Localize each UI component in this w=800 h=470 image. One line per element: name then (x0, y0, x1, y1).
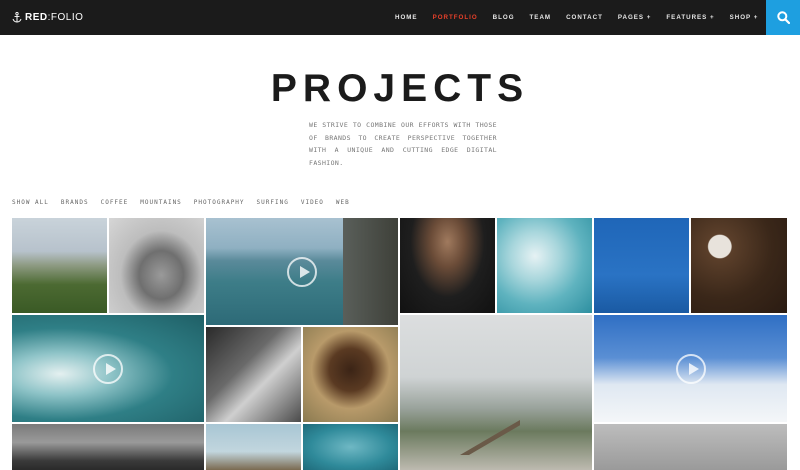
project-big-wave-video[interactable] (12, 315, 204, 422)
nav-shop-dropdown[interactable]: SHOP + (730, 14, 759, 21)
project-gray-landscape[interactable] (594, 424, 787, 470)
play-icon[interactable] (287, 256, 317, 287)
boardwalk (460, 420, 520, 455)
project-bearded-man[interactable] (400, 218, 495, 313)
anchor-icon (12, 11, 22, 23)
logo-bold-text: RED (25, 11, 48, 23)
project-coastal-path[interactable] (12, 218, 107, 313)
project-surfer-tube[interactable] (497, 218, 592, 313)
project-espresso-machine[interactable] (206, 327, 301, 422)
filter-mountains[interactable]: MOUNTAINS (140, 199, 182, 206)
nav-portfolio[interactable]: PORTFOLIO (433, 14, 478, 21)
portfolio-filters: SHOW ALL BRANDS COFFEE MOUNTAINS PHOTOGR… (12, 199, 362, 206)
top-navigation-bar: RED:FOLIO HOME PORTFOLIO BLOG TEAM CONTA… (0, 0, 800, 35)
logo-text: :FOLIO (47, 11, 84, 23)
nav-features-dropdown[interactable]: FEATURES + (666, 14, 714, 21)
filter-video[interactable]: VIDEO (301, 199, 324, 206)
project-misty-beach[interactable] (400, 315, 592, 470)
main-nav: HOME PORTFOLIO BLOG TEAM CONTACT PAGES +… (395, 0, 773, 35)
project-ocean-texture[interactable] (303, 424, 398, 470)
project-snow-mountain-video[interactable] (594, 315, 787, 422)
project-coffee-grounds[interactable] (303, 327, 398, 422)
nav-home[interactable]: HOME (395, 14, 418, 21)
nav-team[interactable]: TEAM (530, 14, 552, 21)
filter-photography[interactable]: PHOTOGRAPHY (194, 199, 245, 206)
project-jumping-surfers[interactable] (594, 218, 689, 313)
nav-blog[interactable]: BLOG (493, 14, 515, 21)
filter-web[interactable]: WEB (336, 199, 350, 206)
project-portrait-back[interactable] (109, 218, 204, 313)
filter-brands[interactable]: BRANDS (61, 199, 89, 206)
search-icon (776, 11, 790, 24)
project-cliff-climber-video[interactable] (206, 218, 398, 325)
cliff-rock (343, 218, 398, 325)
filter-coffee[interactable]: COFFEE (101, 199, 129, 206)
play-icon[interactable] (93, 353, 123, 384)
nav-contact[interactable]: CONTACT (566, 14, 603, 21)
search-button[interactable] (766, 0, 800, 35)
filter-show-all[interactable]: SHOW ALL (12, 199, 49, 206)
project-hands-raised[interactable] (206, 424, 301, 470)
filter-surfing[interactable]: SURFING (257, 199, 289, 206)
project-marshmallows[interactable] (691, 218, 787, 313)
intro-text: WE STRIVE TO COMBINE OUR EFFORTS WITH TH… (309, 121, 497, 167)
site-logo[interactable]: RED:FOLIO (12, 10, 83, 24)
page-title: PROJECTS (270, 67, 530, 110)
nav-pages-dropdown[interactable]: PAGES + (618, 14, 652, 21)
play-icon[interactable] (675, 353, 706, 384)
project-dark-mountains[interactable] (12, 424, 204, 470)
